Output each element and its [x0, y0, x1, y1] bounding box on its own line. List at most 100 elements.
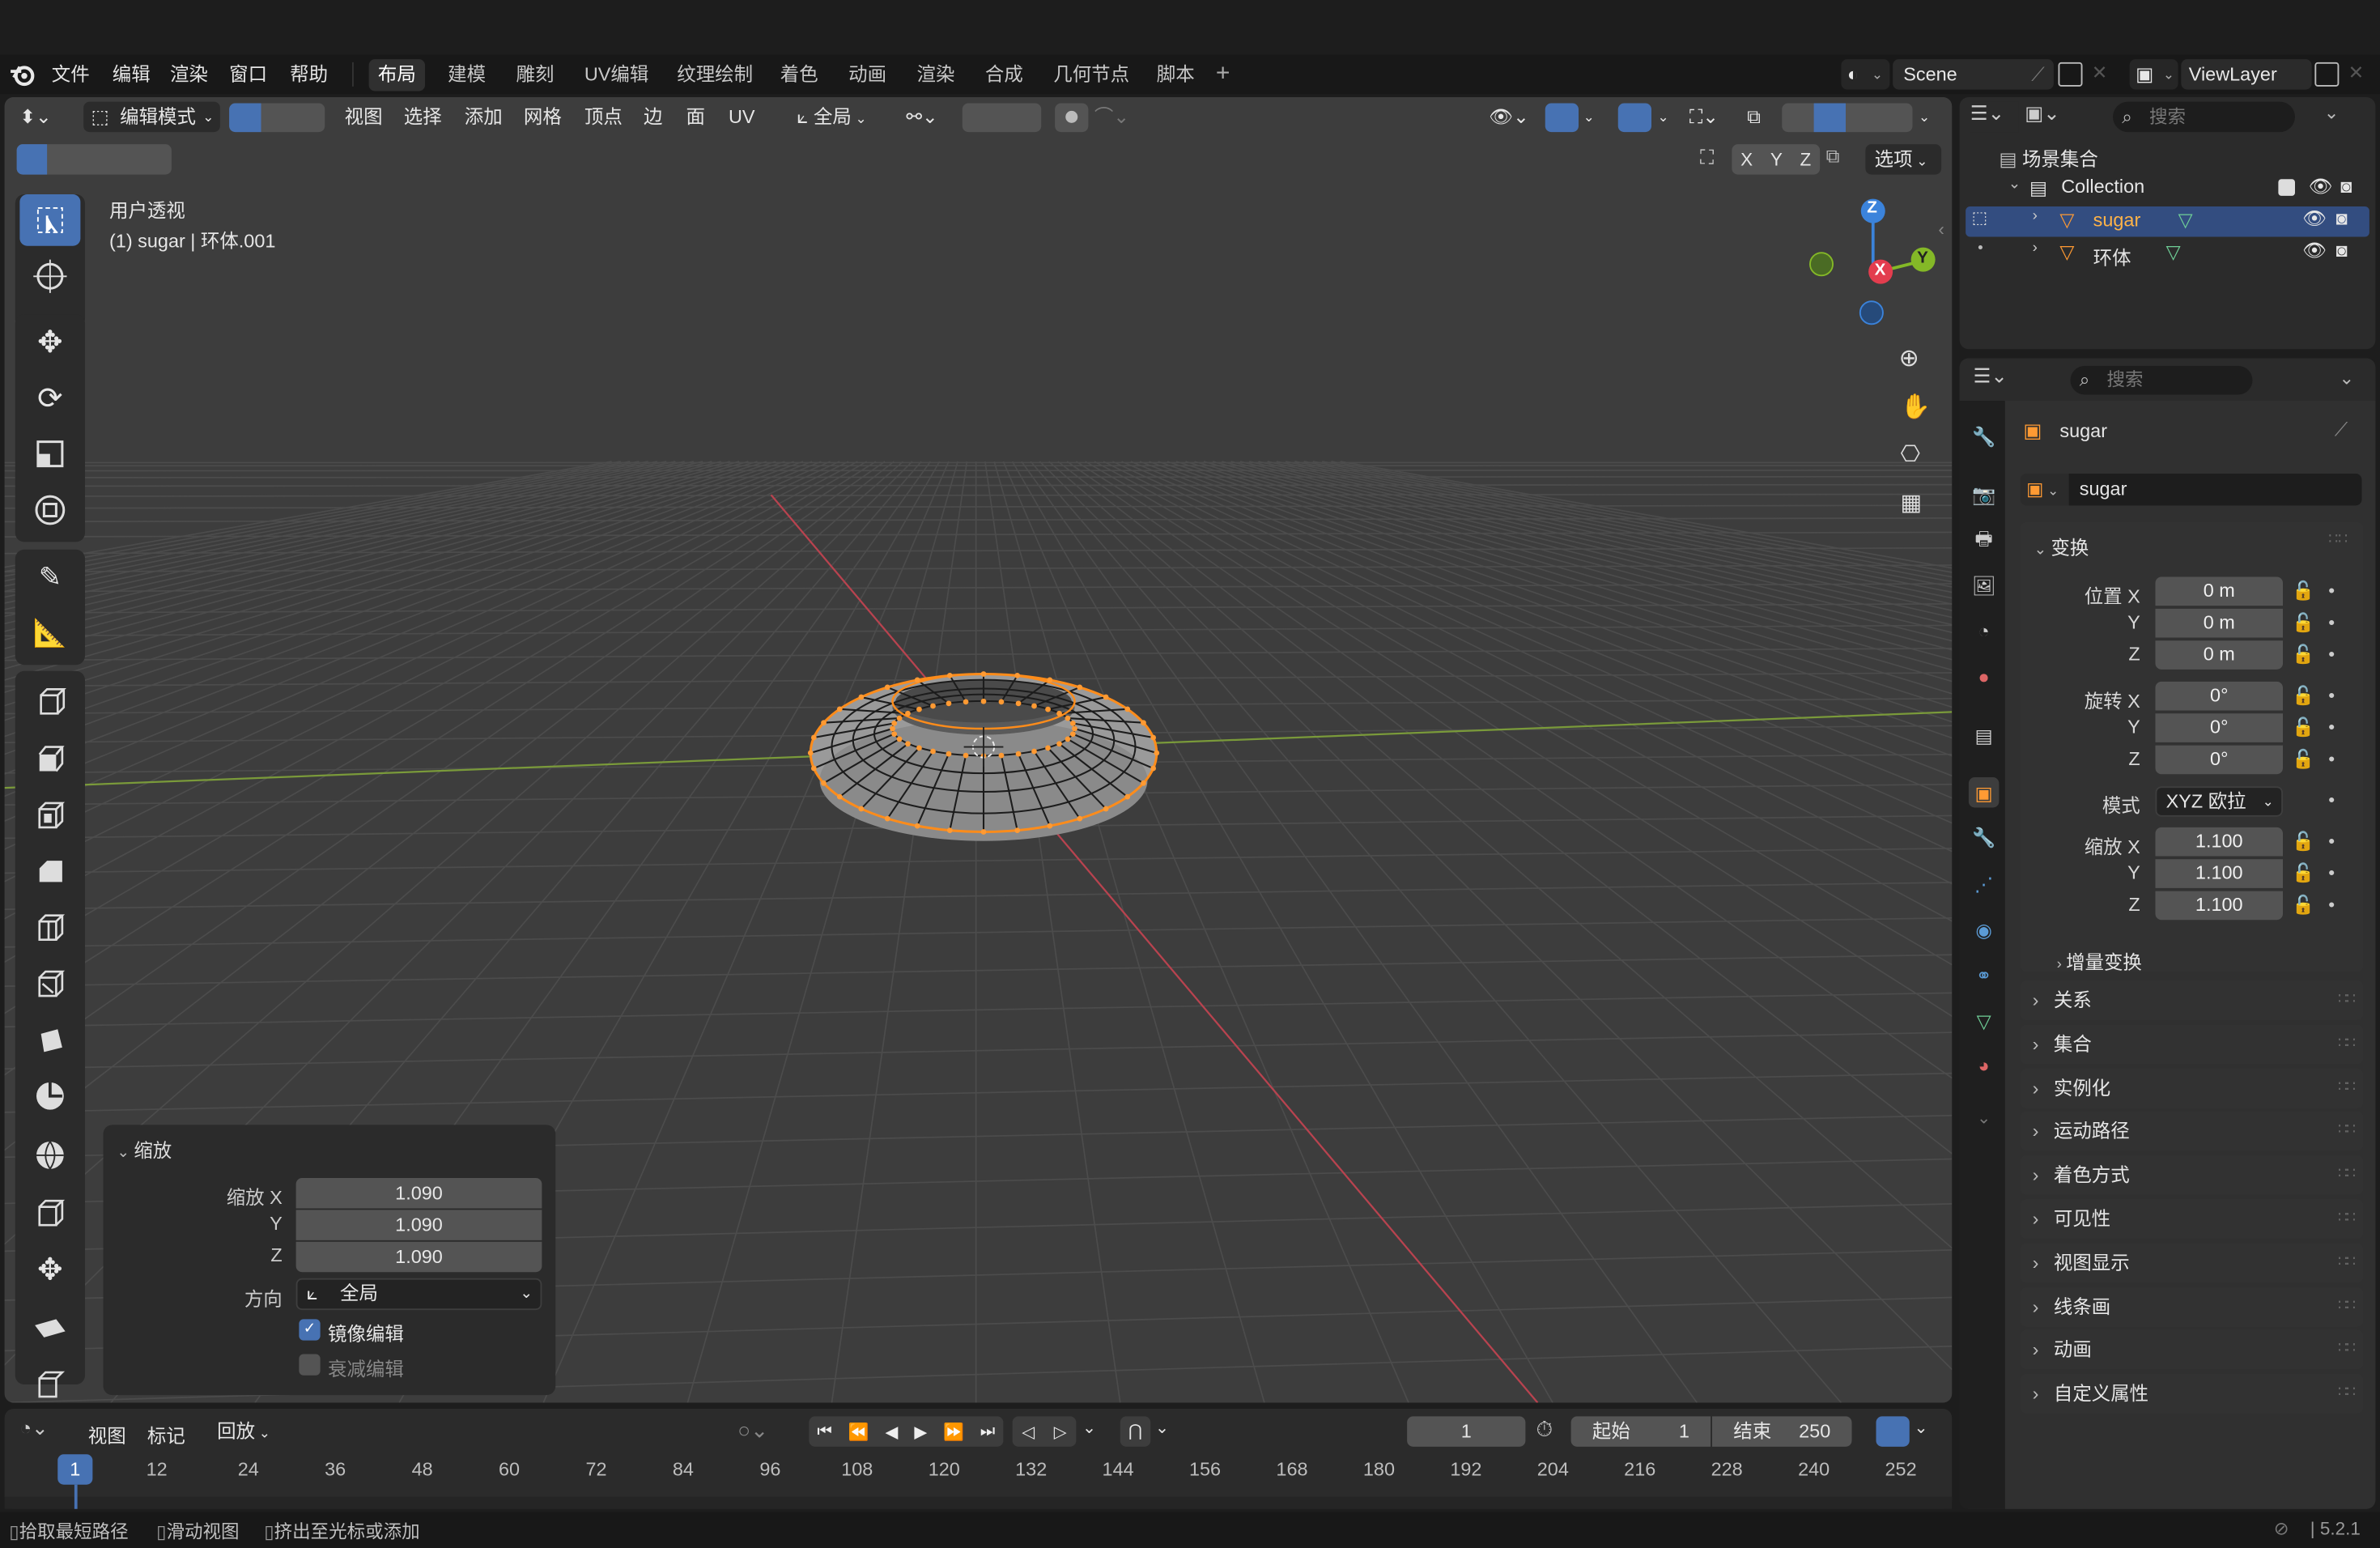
shrink-fatten-tool-icon[interactable]: ✥: [19, 1244, 80, 1295]
menu-face[interactable]: 面: [686, 102, 705, 133]
knife-tool-icon[interactable]: [19, 956, 80, 1008]
scale-y-field[interactable]: 1.090: [295, 1210, 542, 1240]
menu-edge[interactable]: 边: [644, 102, 662, 133]
menu-add[interactable]: 添加: [465, 102, 503, 133]
grip-icon[interactable]: ∷∷: [2338, 980, 2356, 1020]
keyframe-dot-icon[interactable]: •: [2328, 862, 2335, 883]
menu-help[interactable]: 帮助: [284, 61, 334, 88]
grip-icon[interactable]: ∷∷: [2338, 1155, 2356, 1195]
collection-exclude-checkbox[interactable]: [2278, 179, 2295, 196]
tool-settings-tab-icon[interactable]: 🔧: [1969, 422, 2000, 453]
tab-shading[interactable]: 着色: [771, 59, 827, 91]
spin-tool-icon[interactable]: [19, 1070, 80, 1122]
torus-mesh[interactable]: [794, 659, 1174, 857]
menu-mesh[interactable]: 网格: [524, 102, 562, 133]
section-header[interactable]: › 线条画 ∷∷: [2020, 1286, 2364, 1326]
lock-icon[interactable]: 🔓: [2292, 580, 2314, 601]
edit-mode-indicator-icon[interactable]: ⬚: [1972, 208, 1988, 228]
mode-dropdown[interactable]: ⬚ 编辑模式 ⌄: [83, 101, 220, 133]
lock-icon[interactable]: 🔓: [2292, 685, 2314, 706]
new-scene-icon[interactable]: [2058, 62, 2083, 87]
keyframe-dot-icon[interactable]: •: [2328, 685, 2335, 706]
falloff-icon[interactable]: ⌒⌄: [1094, 102, 1129, 133]
view-layer-selector[interactable]: ▣ ⌄: [2129, 59, 2178, 90]
keyframe-dot-icon[interactable]: •: [2328, 580, 2335, 601]
overlay-toggle-icon[interactable]: [1617, 103, 1651, 133]
material-tab-icon[interactable]: ◕: [1969, 1051, 2000, 1082]
transform-tool-icon[interactable]: [19, 484, 80, 536]
shear-tool-icon[interactable]: [19, 1301, 80, 1353]
scene-tab-icon[interactable]: ◔: [1969, 616, 2000, 647]
grip-icon[interactable]: ∷∷: [2338, 1024, 2356, 1064]
timeline-ruler[interactable]: 12 24 36 48 60 72 84 96 108 120 132 144 156 168 180 192…: [4, 1409, 1953, 1509]
overlay-dropdown[interactable]: ⌄: [1658, 102, 1669, 133]
more-tabs-icon[interactable]: ⌄: [1969, 1102, 2000, 1133]
measure-tool-icon[interactable]: 📐: [19, 607, 80, 659]
scene-collection-row[interactable]: ▤ 场景集合: [1999, 142, 2097, 172]
delta-transform-header[interactable]: › 增量变换: [2057, 946, 2142, 975]
move-tool-icon[interactable]: ✥: [19, 316, 80, 368]
intersect-selection-icon[interactable]: [138, 144, 169, 175]
lock-icon[interactable]: 🔓: [2292, 612, 2314, 633]
scene-selector[interactable]: ◐ ⌄: [1841, 59, 1890, 90]
object-name-field[interactable]: sugar: [2068, 474, 2362, 506]
location-x-field[interactable]: 0 m: [2155, 576, 2283, 606]
rotation-x-field[interactable]: 0°: [2155, 681, 2283, 711]
scale-x-field[interactable]: 1.090: [295, 1178, 542, 1209]
playhead[interactable]: 1: [57, 1454, 93, 1485]
grip-icon[interactable]: ∷∷: [2338, 1374, 2356, 1414]
menu-file[interactable]: 文件: [45, 61, 96, 88]
wireframe-shading-icon[interactable]: [1782, 104, 1813, 133]
sidebar-toggle-icon[interactable]: ‹: [1938, 219, 1944, 240]
tab-sculpting[interactable]: 雕刻: [507, 59, 563, 91]
camera-view-icon[interactable]: ⎔: [1901, 440, 1921, 468]
delete-view-layer-icon[interactable]: ✕: [2348, 61, 2365, 83]
proportional-edit-checkbox[interactable]: [299, 1354, 321, 1376]
mesh-edit-overlay-icon[interactable]: ⛶⌄: [1689, 102, 1719, 133]
expand-icon[interactable]: ›: [2033, 208, 2038, 225]
gizmo-toggle-icon[interactable]: [1545, 103, 1579, 133]
new-view-layer-icon[interactable]: [2314, 62, 2340, 87]
physics-tab-icon[interactable]: ◉: [1969, 914, 2000, 945]
view-layer-tab-icon[interactable]: 🖼: [1969, 571, 2000, 602]
scene-name-field[interactable]: Scene ⟋: [1893, 59, 2054, 90]
vertex-select-icon[interactable]: [229, 103, 261, 133]
material-shading-icon[interactable]: [1846, 104, 1877, 133]
pan-hand-icon[interactable]: ✋: [1901, 392, 1931, 423]
extend-selection-icon[interactable]: [47, 144, 78, 175]
3d-viewport[interactable]: ⬍⌄ ⬚ 编辑模式 ⌄ 视图 选择 添加 网格 顶点 边 面 UV ⟀ 全局 ⌄ …: [4, 97, 1953, 1403]
tab-modeling[interactable]: 建模: [439, 59, 495, 91]
mirror-z-toggle[interactable]: Z: [1800, 149, 1811, 170]
outliner-item-torus[interactable]: • › ▽ 环体 ▽ 👁 ◙: [1966, 238, 2369, 269]
location-y-field[interactable]: 0 m: [2155, 608, 2283, 638]
particles-tab-icon[interactable]: ⋰: [1969, 869, 2000, 899]
grip-icon[interactable]: ∷∷: [2338, 1330, 2356, 1370]
shading-dropdown[interactable]: ⌄: [1919, 102, 1930, 133]
scale-z-field[interactable]: 1.100: [2155, 891, 2283, 921]
visibility-eye-icon[interactable]: 👁: [2302, 208, 2327, 231]
menu-vertex[interactable]: 顶点: [584, 102, 623, 133]
tab-rendering[interactable]: 渲染: [907, 59, 963, 91]
visibility-icon[interactable]: 👁⌄: [1489, 102, 1528, 133]
section-header[interactable]: › 可见性 ∷∷: [2020, 1199, 2364, 1239]
view-layer-name-field[interactable]: ViewLayer: [2181, 59, 2312, 90]
section-header[interactable]: › 关系 ∷∷: [2020, 980, 2364, 1020]
rip-region-tool-icon[interactable]: [19, 1357, 80, 1402]
keyframe-dot-icon[interactable]: •: [2328, 717, 2335, 738]
grip-icon[interactable]: ∷∷: [2338, 1286, 2356, 1326]
snap-toggle-icon[interactable]: [962, 103, 1042, 133]
lock-icon[interactable]: 🔓: [2292, 894, 2314, 915]
section-header[interactable]: › 视图显示 ∷∷: [2020, 1243, 2364, 1282]
outliner-item-sugar[interactable]: ⬚ › ▽ sugar ▽ 👁 ◙: [1966, 206, 2369, 237]
properties-editor-type-icon[interactable]: ☰⌄: [1974, 364, 2008, 389]
operator-panel-header[interactable]: ⌄ 缩放: [117, 1134, 172, 1163]
topology-mirror-icon[interactable]: ⧉: [1826, 146, 1840, 168]
section-header[interactable]: › 动画 ∷∷: [2020, 1330, 2364, 1370]
select-box-tool-icon[interactable]: [19, 194, 81, 246]
properties-options-icon[interactable]: ⌄: [2339, 368, 2354, 389]
orientation-dropdown[interactable]: ⟀ 全局 ⌄: [797, 102, 890, 133]
section-header[interactable]: › 集合 ∷∷: [2020, 1024, 2364, 1064]
menu-select[interactable]: 选择: [404, 102, 442, 133]
menu-uv[interactable]: UV: [729, 102, 755, 133]
orientation-select[interactable]: ⟀ 全局 ⌄: [295, 1278, 542, 1311]
